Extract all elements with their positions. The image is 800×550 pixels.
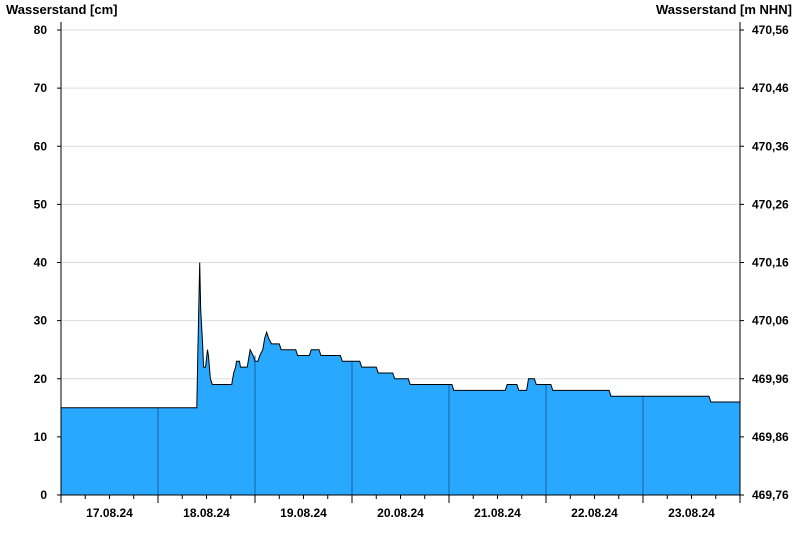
y-tick-label-left-0: 0: [40, 488, 47, 502]
y-tick-label-left-4: 40: [34, 256, 48, 270]
x-tick-label-5: 22.08.24: [571, 506, 618, 520]
y-tick-label-right-1: 469,86: [752, 430, 789, 444]
y-tick-label-left-1: 10: [34, 430, 48, 444]
y-tick-label-right-8: 470,56: [752, 23, 789, 37]
x-tick-label-3: 20.08.24: [377, 506, 424, 520]
y-tick-label-left-5: 50: [34, 197, 48, 211]
y-tick-label-left-7: 70: [34, 81, 48, 95]
water-level-chart: 0 469,76 10 469,86 20 469,96 30 470,06 40 470,16 5…: [34, 22, 789, 520]
y-tick-label-left-8: 80: [34, 23, 48, 37]
x-tick-label-0: 17.08.24: [86, 506, 133, 520]
y-tick-label-right-7: 470,46: [752, 81, 789, 95]
y-tick-label-left-6: 60: [34, 139, 48, 153]
x-tick-label-2: 19.08.24: [280, 506, 327, 520]
x-tick-label-4: 21.08.24: [474, 506, 521, 520]
y-tick-label-right-2: 469,96: [752, 372, 789, 386]
y-tick-label-right-4: 470,16: [752, 256, 789, 270]
y-tick-label-left-3: 30: [34, 314, 48, 328]
y-tick-label-left-2: 20: [34, 372, 48, 386]
y-tick-label-right-3: 470,06: [752, 314, 789, 328]
x-tick-label-6: 23.08.24: [668, 506, 715, 520]
y-tick-label-right-6: 470,36: [752, 139, 789, 153]
y-tick-label-right-0: 469,76: [752, 488, 789, 502]
y-tick-label-right-5: 470,26: [752, 197, 789, 211]
x-tick-label-1: 18.08.24: [183, 506, 230, 520]
